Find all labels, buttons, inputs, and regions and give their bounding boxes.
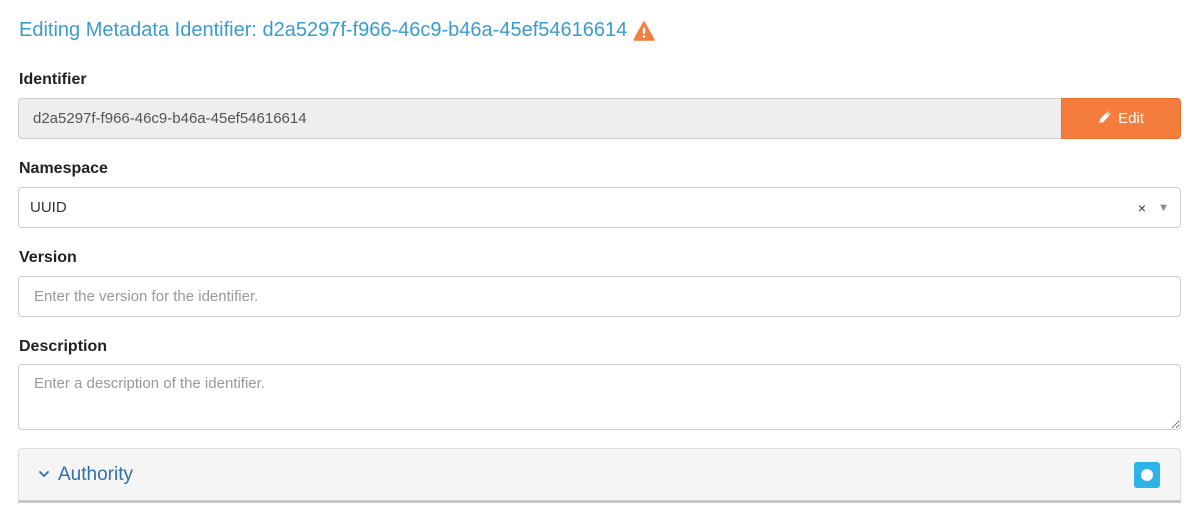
identifier-input-group: d2a5297f-f966-46c9-b46a-45ef54616614 Edi… (18, 98, 1181, 139)
authority-panel-title: Authority (58, 463, 133, 485)
version-label: Version (19, 249, 77, 266)
clear-icon[interactable]: × (1138, 200, 1146, 216)
namespace-label: Namespace (19, 160, 108, 177)
version-input[interactable] (18, 276, 1181, 317)
identifier-field: d2a5297f-f966-46c9-b46a-45ef54616614 (18, 98, 1061, 139)
namespace-selected-value: UUID (30, 199, 67, 216)
circle-icon[interactable] (1134, 461, 1160, 488)
authority-panel-toggle[interactable]: Authority (38, 464, 1134, 486)
pencil-icon (1098, 110, 1112, 128)
page-title-text: Editing Metadata Identifier: d2a5297f-f9… (19, 19, 628, 41)
authority-panel-header[interactable]: Authority (18, 448, 1181, 503)
edit-identifier-page: Editing Metadata Identifier: d2a5297f-f9… (0, 0, 1200, 521)
chevron-down-icon (38, 464, 50, 486)
description-textarea[interactable] (18, 364, 1181, 430)
warning-triangle-icon (633, 20, 655, 41)
identifier-label: Identifier (19, 71, 87, 88)
namespace-select[interactable]: UUID × ▼ (18, 187, 1181, 228)
edit-button[interactable]: Edit (1061, 98, 1181, 139)
edit-button-label: Edit (1118, 110, 1144, 127)
page-title: Editing Metadata Identifier: d2a5297f-f9… (19, 19, 655, 42)
identifier-value: d2a5297f-f966-46c9-b46a-45ef54616614 (33, 110, 307, 127)
description-label: Description (19, 338, 108, 355)
dropdown-arrow-icon[interactable]: ▼ (1158, 202, 1169, 214)
circle-icon-dot (1141, 468, 1153, 481)
